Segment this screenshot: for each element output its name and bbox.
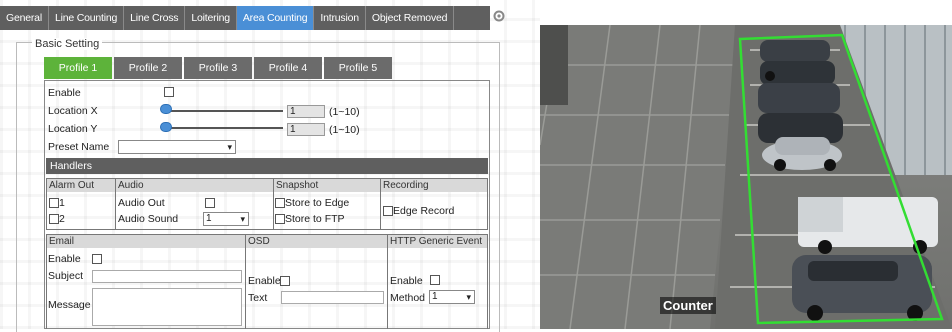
audio-out-checkbox[interactable] — [205, 198, 215, 208]
store-ftp-label: Store to FTP — [285, 213, 345, 225]
email-header: Email — [47, 235, 245, 248]
edge-record-label: Edge Record — [393, 205, 455, 217]
location-x-thumb[interactable] — [160, 104, 172, 114]
enable-label: Enable — [48, 87, 81, 99]
audio-header: Audio — [116, 179, 273, 192]
location-x-label: Location X — [48, 105, 98, 117]
audio-sound-select[interactable]: 1 ▾ — [203, 212, 249, 226]
http-method-label: Method — [390, 292, 426, 304]
email-subject-label: Subject — [48, 270, 84, 282]
enable-checkbox[interactable] — [164, 87, 174, 97]
http-method-select[interactable]: 1 ▾ — [429, 290, 475, 304]
http-header: HTTP Generic Event — [388, 235, 487, 248]
store-edge-label: Store to Edge — [285, 197, 350, 209]
section-title: Basic Setting — [32, 38, 103, 50]
store-edge-checkbox[interactable] — [275, 198, 285, 208]
http-enable-checkbox[interactable] — [430, 275, 440, 285]
tab-object-removed[interactable]: Object Removed — [366, 6, 455, 30]
osd-header: OSD — [246, 235, 387, 248]
location-x-range: (1~10) — [329, 106, 360, 118]
http-method-value: 1 — [432, 291, 438, 302]
osd-text-label: Text — [248, 292, 268, 304]
email-subject-input[interactable] — [92, 270, 242, 283]
alarm-out-2-label: 2 — [59, 213, 65, 225]
location-x-slider[interactable] — [165, 110, 283, 112]
alarm-out-1-label: 1 — [59, 197, 65, 209]
email-message-label: Message — [48, 299, 91, 311]
gear-icon[interactable] — [492, 9, 508, 25]
handlers-header: Handlers — [46, 158, 488, 174]
tab-area-counting[interactable]: Area Counting — [236, 6, 315, 30]
chevron-down-icon: ▾ — [227, 142, 232, 152]
http-enable-label: Enable — [390, 275, 423, 287]
alarm-out-header: Alarm Out — [47, 179, 115, 192]
snapshot-header: Snapshot — [274, 179, 380, 192]
location-y-thumb[interactable] — [160, 122, 172, 132]
email-message-textarea[interactable] — [92, 288, 242, 326]
location-y-slider[interactable] — [165, 127, 283, 129]
tab-profile-4[interactable]: Profile 4 — [254, 57, 322, 79]
tab-line-cross[interactable]: Line Cross — [124, 6, 186, 30]
audio-out-label: Audio Out — [118, 197, 165, 209]
divider — [387, 234, 388, 329]
tab-line-counting[interactable]: Line Counting — [49, 6, 125, 30]
divider — [245, 234, 246, 329]
chevron-down-icon: ▾ — [240, 214, 245, 224]
camera-scene — [540, 25, 952, 329]
tab-loitering[interactable]: Loitering — [185, 6, 237, 30]
tab-intrusion[interactable]: Intrusion — [314, 6, 366, 30]
osd-enable-checkbox[interactable] — [280, 276, 290, 286]
alarm-out-1-checkbox[interactable] — [49, 198, 59, 208]
profile-tabs: Profile 1 Profile 2 Profile 3 Profile 4 … — [44, 57, 394, 79]
tab-profile-2[interactable]: Profile 2 — [114, 57, 182, 79]
tab-profile-1[interactable]: Profile 1 — [44, 57, 112, 79]
location-y-label: Location Y — [48, 123, 98, 135]
edge-record-checkbox[interactable] — [383, 206, 393, 216]
tab-profile-5[interactable]: Profile 5 — [324, 57, 392, 79]
location-y-range: (1~10) — [329, 124, 360, 136]
recording-header: Recording — [381, 179, 487, 192]
alarm-out-2-checkbox[interactable] — [49, 214, 59, 224]
main-tab-bar: General Line Counting Line Cross Loiteri… — [0, 6, 490, 30]
email-enable-checkbox[interactable] — [92, 254, 102, 264]
audio-sound-label: Audio Sound — [118, 213, 179, 225]
counter-label: Counter — [660, 297, 716, 314]
audio-sound-value: 1 — [206, 213, 212, 224]
osd-enable-label: Enable — [248, 275, 281, 287]
preset-name-label: Preset Name — [48, 141, 110, 153]
osd-text-input[interactable] — [281, 291, 384, 304]
tab-general[interactable]: General — [0, 6, 49, 30]
preset-name-select[interactable]: ▾ — [118, 140, 236, 154]
tab-profile-3[interactable]: Profile 3 — [184, 57, 252, 79]
location-x-input[interactable]: 1 — [287, 105, 325, 118]
email-enable-label: Enable — [48, 253, 81, 265]
chevron-down-icon: ▾ — [466, 292, 471, 302]
location-y-input[interactable]: 1 — [287, 123, 325, 136]
store-ftp-checkbox[interactable] — [275, 214, 285, 224]
camera-preview[interactable] — [540, 25, 952, 329]
